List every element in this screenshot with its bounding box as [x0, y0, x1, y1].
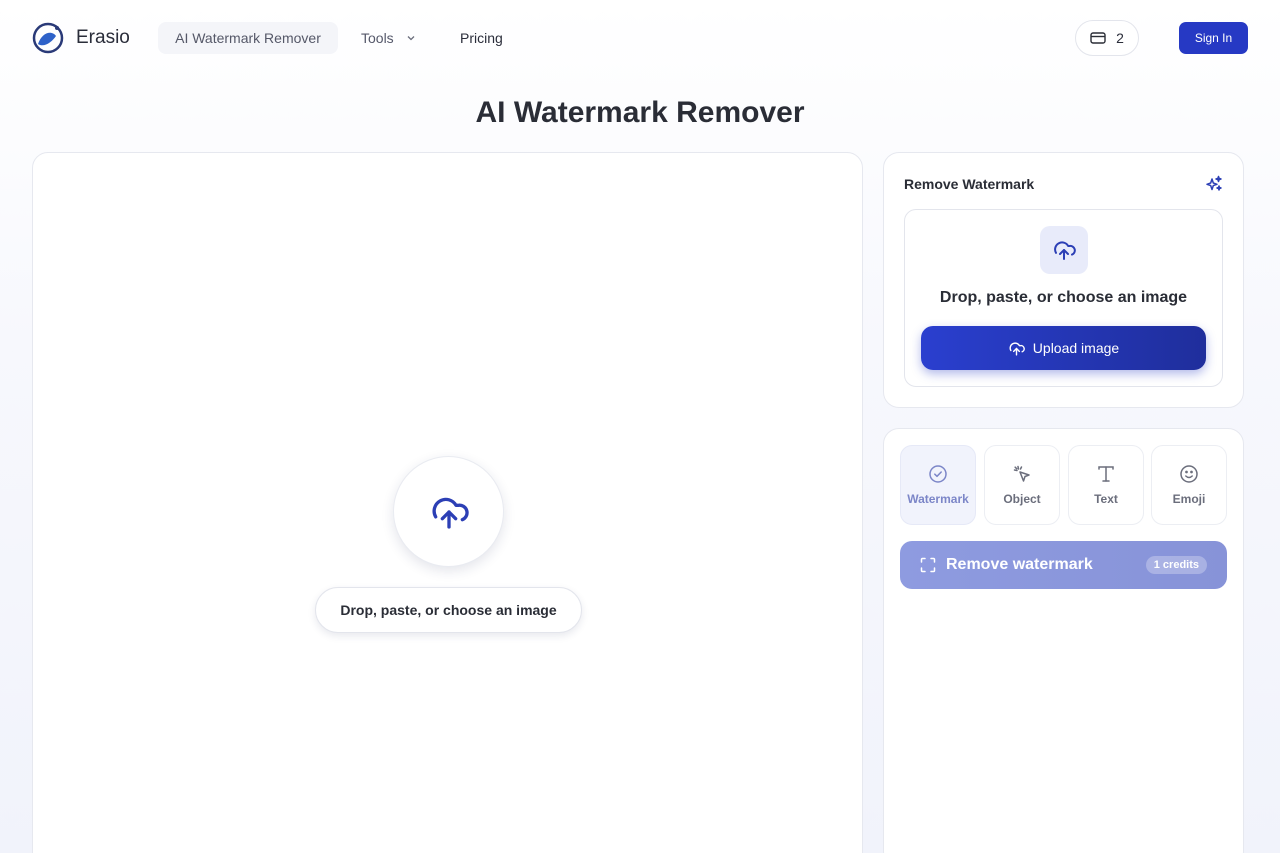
nav-pricing[interactable]: Pricing — [460, 22, 503, 54]
nav-label: Tools — [361, 30, 394, 46]
image-canvas-dropzone[interactable]: Drop, paste, or choose an image — [32, 152, 863, 853]
upload-icon-tile — [1040, 226, 1088, 274]
tab-watermark[interactable]: Watermark — [900, 445, 976, 525]
cursor-click-icon — [1013, 465, 1030, 482]
tab-object[interactable]: Object — [984, 445, 1060, 525]
canvas-upload-button[interactable] — [393, 456, 504, 567]
chevron-down-icon — [407, 36, 415, 41]
sign-in-button[interactable]: Sign In — [1179, 22, 1248, 54]
tab-label: Watermark — [907, 492, 969, 506]
tab-text[interactable]: Text — [1068, 445, 1144, 525]
nav-label: AI Watermark Remover — [175, 30, 321, 46]
tab-label: Object — [1003, 492, 1041, 506]
top-header: Erasio AI Watermark Remover Tools Pricin… — [0, 0, 1280, 76]
nav-label: Pricing — [460, 30, 503, 46]
card-title: Remove Watermark — [904, 176, 1035, 192]
credits-indicator[interactable]: 2 — [1075, 20, 1139, 56]
smile-icon — [1180, 465, 1198, 483]
check-circle-icon — [929, 465, 947, 483]
tools-card: Watermark Object Text Emoji Remove water… — [883, 428, 1244, 853]
action-label: Remove watermark — [946, 556, 1093, 573]
upload-image-button[interactable]: Upload image — [921, 326, 1206, 370]
upload-dropzone[interactable]: Drop, paste, or choose an image Upload i… — [904, 209, 1223, 387]
dropzone-text: Drop, paste, or choose an image — [939, 289, 1188, 306]
nav-ai-watermark-remover[interactable]: AI Watermark Remover — [158, 22, 338, 54]
credits-count: 2 — [1116, 30, 1124, 46]
cloud-upload-icon — [1054, 241, 1076, 260]
sparkles-icon — [1206, 175, 1222, 191]
tab-label: Text — [1094, 492, 1118, 506]
cloud-upload-icon — [1009, 341, 1025, 356]
tab-label: Emoji — [1172, 492, 1206, 506]
page-title: AI Watermark Remover — [475, 96, 805, 129]
canvas-drop-label[interactable]: Drop, paste, or choose an image — [315, 587, 582, 633]
credits-cost-badge: 1 credits — [1145, 556, 1207, 574]
nav-tools-dropdown[interactable]: Tools — [361, 22, 416, 54]
logo[interactable]: Erasio — [32, 22, 130, 54]
scan-frame-icon — [920, 557, 936, 573]
upload-button-label: Upload image — [1032, 340, 1120, 356]
text-type-icon — [1098, 466, 1114, 482]
drop-label-text: Drop, paste, or choose an image — [340, 602, 557, 618]
remove-watermark-card: Remove Watermark Drop, paste, or choose … — [883, 152, 1244, 408]
credit-card-icon — [1090, 32, 1106, 44]
remove-watermark-button[interactable]: Remove watermark 1 credits — [900, 541, 1227, 589]
cloud-upload-icon — [431, 497, 469, 529]
logo-icon — [32, 22, 64, 54]
tab-emoji[interactable]: Emoji — [1151, 445, 1227, 525]
brand-name: Erasio — [76, 27, 130, 48]
